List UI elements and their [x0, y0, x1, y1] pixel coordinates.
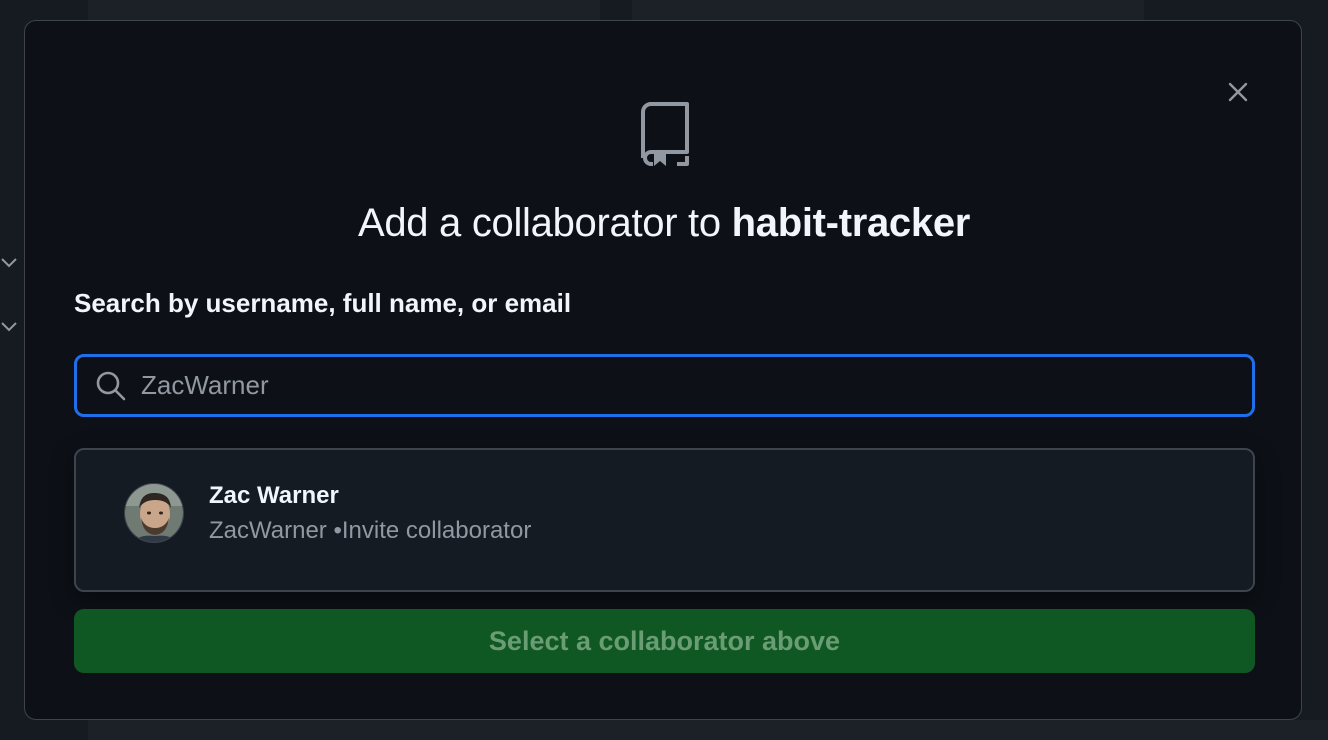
search-field[interactable] — [74, 354, 1255, 417]
close-button[interactable] — [1223, 77, 1253, 107]
result-subtitle: ZacWarner •Invite collaborator — [209, 515, 531, 547]
background-panel — [632, 0, 1144, 20]
dialog-title-prefix: Add a collaborator to — [357, 201, 721, 245]
background-panel — [88, 0, 600, 20]
x-icon — [1228, 82, 1248, 102]
search-input[interactable] — [141, 370, 1252, 401]
repo-icon — [641, 102, 689, 166]
search-label: Search by username, full name, or email — [74, 288, 572, 318]
search-icon — [93, 368, 129, 404]
avatar-photo — [125, 484, 183, 542]
chevron-down-icon — [1, 322, 17, 332]
result-username: ZacWarner — [209, 517, 327, 544]
result-full-name: Zac Warner — [209, 482, 339, 509]
avatar — [124, 483, 184, 543]
chevron-down-icon — [1, 258, 17, 268]
search-results-dropdown: Zac Warner ZacWarner •Invite collaborato… — [74, 448, 1255, 592]
add-collaborator-dialog: Add a collaborator to habit-tracker Sear… — [24, 20, 1302, 720]
select-collaborator-button[interactable]: Select a collaborator above — [74, 609, 1255, 673]
dialog-title: Add a collaborator to habit-tracker — [25, 197, 1303, 249]
background-panel — [88, 720, 1328, 740]
result-item-zac-warner[interactable]: Zac Warner ZacWarner •Invite collaborato… — [76, 450, 1253, 590]
repo-name: habit-tracker — [731, 201, 971, 245]
result-action: •Invite collaborator — [333, 517, 532, 544]
